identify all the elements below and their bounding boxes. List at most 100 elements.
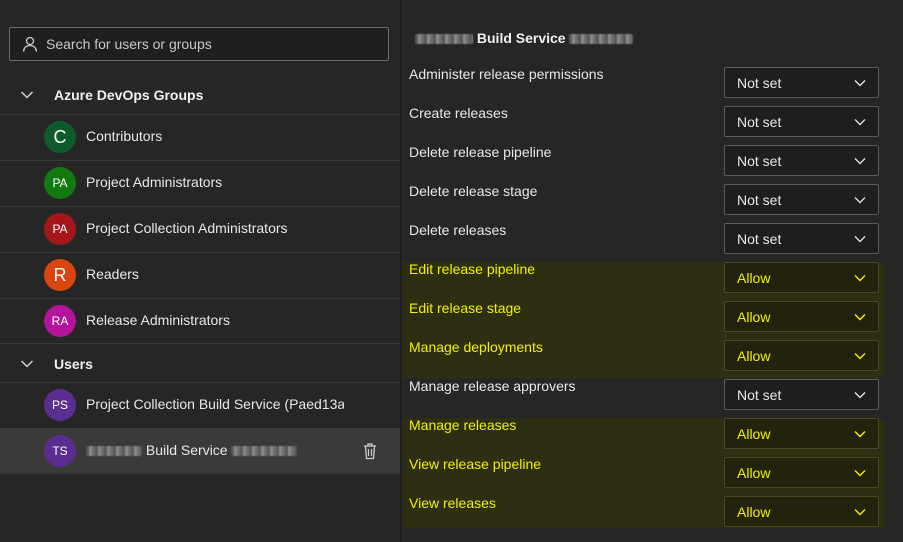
chevron-down-icon [854,470,866,477]
redacted-text [569,34,634,45]
avatar: R [44,259,76,291]
chevron-down-icon [854,197,866,204]
dropdown-value: Allow [737,426,771,442]
permission-dropdown[interactable]: Not set [724,145,879,176]
permission-label: View release pipeline [409,456,542,472]
identity-list-pane: Azure DevOps Groups C Contributors PA Pr… [0,0,401,542]
divider [0,473,400,474]
dropdown-value: Allow [737,465,771,481]
permission-row-view-releases: View releases Allow [401,491,903,530]
permission-label: Manage releases [409,417,517,433]
permission-label: Manage deployments [409,339,543,355]
chevron-down-icon [854,314,866,321]
permission-label: View releases [409,495,496,511]
permission-row-administer-release-permissions: Administer release permissions Not set [401,62,903,101]
permission-label: Manage release approvers [409,378,576,394]
permission-row-edit-release-pipeline: Edit release pipeline Allow [401,257,903,296]
permission-row-edit-release-stage: Edit release stage Allow [401,296,903,335]
security-permissions-panel: Azure DevOps Groups C Contributors PA Pr… [0,0,903,542]
permission-dropdown[interactable]: Allow [724,457,879,488]
permission-label: Delete releases [409,222,507,238]
item-label: Readers [86,266,139,282]
redacted-text [86,446,142,457]
dropdown-value: Not set [737,153,782,169]
avatar: PA [44,167,76,199]
permissions-pane: Build Service Administer release permiss… [401,0,903,542]
permission-row-manage-deployments: Manage deployments Allow [401,335,903,374]
page-title-text: Build Service [476,30,566,46]
permission-row-manage-releases: Manage releases Allow [401,413,903,452]
dropdown-value: Not set [737,231,782,247]
permission-label: Delete release stage [409,183,538,199]
permission-dropdown[interactable]: Allow [724,262,879,293]
permission-label: Delete release pipeline [409,144,552,160]
dropdown-value: Allow [737,504,771,520]
dropdown-value: Not set [737,387,782,403]
permission-dropdown[interactable]: Allow [724,340,879,371]
avatar: PS [44,389,76,421]
permission-dropdown[interactable]: Allow [724,301,879,332]
chevron-down-icon [854,431,866,438]
permission-label: Edit release pipeline [409,261,536,277]
chevron-down-icon [854,392,866,399]
chevron-down-icon [854,353,866,360]
permission-dropdown[interactable]: Allow [724,496,879,527]
avatar: C [44,121,76,153]
chevron-down-icon [854,158,866,165]
permission-dropdown[interactable]: Not set [724,106,879,137]
item-label: Build Service [86,442,344,458]
avatar: PA [44,213,76,245]
person-icon [22,36,38,52]
group-header-users[interactable]: Users [0,343,400,383]
permission-label: Administer release permissions [409,66,604,82]
chevron-down-icon [854,119,866,126]
permission-dropdown[interactable]: Not set [724,223,879,254]
permission-row-delete-release-stage: Delete release stage Not set [401,179,903,218]
dropdown-value: Allow [737,348,771,364]
chevron-down-icon [854,236,866,243]
permission-row-delete-releases: Delete releases Not set [401,218,903,257]
item-label: Project Collection Administrators [86,220,288,236]
dropdown-value: Not set [737,75,782,91]
permission-row-view-release-pipeline: View release pipeline Allow [401,452,903,491]
chevron-down-icon [854,509,866,516]
item-label: Release Administrators [86,312,230,328]
item-label-text: Build Service [145,442,228,458]
item-label: Project Administrators [86,174,223,190]
list-item-project-collection-administrators[interactable]: PA Project Collection Administrators [0,206,400,251]
item-label: Contributors [86,128,163,144]
group-title: Azure DevOps Groups [54,87,204,103]
permission-dropdown[interactable]: Not set [724,184,879,215]
list-item-release-administrators[interactable]: RA Release Administrators [0,298,400,343]
group-title: Users [54,356,93,372]
avatar: RA [44,305,76,337]
list-item-project-collection-build-service[interactable]: PS Project Collection Build Service (Pae… [0,382,400,427]
permission-dropdown[interactable]: Allow [724,418,879,449]
search-box[interactable] [9,27,389,61]
permission-dropdown[interactable]: Not set [724,67,879,98]
dropdown-value: Allow [737,270,771,286]
chevron-down-icon [854,275,866,282]
dropdown-value: Not set [737,114,782,130]
permission-label: Create releases [409,105,508,121]
list-item-readers[interactable]: R Readers [0,252,400,297]
list-item-contributors[interactable]: C Contributors [0,114,400,159]
chevron-down-icon [854,80,866,87]
permission-dropdown[interactable]: Not set [724,379,879,410]
chevron-down-icon[interactable] [20,357,34,371]
permission-row-delete-release-pipeline: Delete release pipeline Not set [401,140,903,179]
redacted-text [231,446,298,457]
avatar: TS [44,435,76,467]
list-item-build-service[interactable]: TS Build Service [0,428,400,473]
item-label: Project Collection Build Service (Paed13… [86,396,344,412]
trash-icon[interactable] [362,442,378,460]
dropdown-value: Not set [737,192,782,208]
permission-row-manage-release-approvers: Manage release approvers Not set [401,374,903,413]
permission-row-create-releases: Create releases Not set [401,101,903,140]
dropdown-value: Allow [737,309,771,325]
search-input[interactable] [46,28,376,60]
group-header-azure-devops-groups[interactable]: Azure DevOps Groups [0,75,400,115]
page-title: Build Service [415,30,634,46]
list-item-project-administrators[interactable]: PA Project Administrators [0,160,400,205]
chevron-down-icon[interactable] [20,88,34,102]
